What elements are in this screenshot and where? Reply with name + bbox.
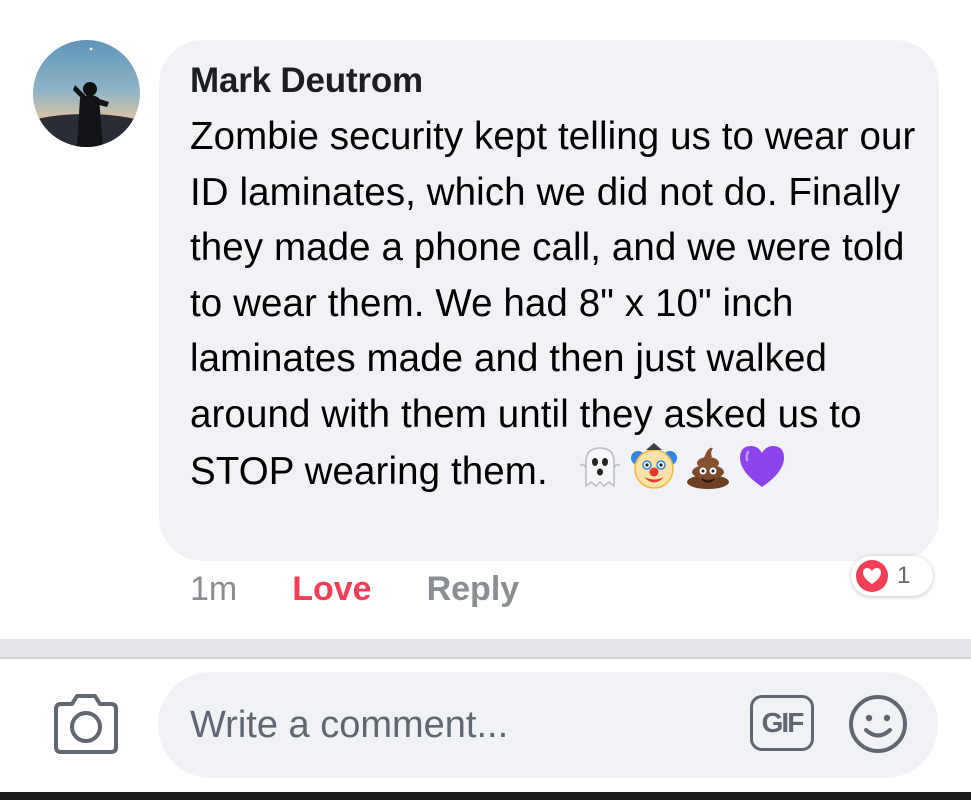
poop-emoji: [682, 442, 734, 490]
reaction-badge[interactable]: 1: [851, 556, 933, 596]
ghost-emoji: [574, 442, 626, 490]
comment-input[interactable]: [190, 697, 730, 753]
love-button[interactable]: Love: [292, 570, 371, 609]
comment-bubble: Mark Deutrom Zombie security kept tellin…: [159, 40, 939, 561]
comment-timestamp: 1m: [190, 569, 238, 608]
bottom-edge: [0, 792, 971, 800]
comment-composer: GIF: [158, 672, 938, 778]
clown-emoji: [628, 442, 680, 490]
comment-body: Zombie security kept telling us to wear …: [190, 109, 925, 500]
avatar-photo: [33, 47, 140, 147]
emoji-row: [572, 442, 788, 500]
purple-heart-emoji: [736, 442, 788, 490]
comment-actions: 1m Love Reply: [190, 566, 519, 612]
reply-button[interactable]: Reply: [427, 570, 520, 609]
avatar[interactable]: [33, 40, 140, 147]
camera-icon[interactable]: [50, 693, 122, 755]
section-divider: [0, 639, 971, 659]
comment-screen: Mark Deutrom Zombie security kept tellin…: [0, 0, 971, 800]
heart-reaction-icon: [855, 559, 889, 593]
gif-label: GIF: [761, 707, 805, 738]
reaction-count: 1: [897, 562, 911, 589]
comment-text: Zombie security kept telling us to wear …: [190, 115, 916, 493]
gif-button[interactable]: GIF: [750, 695, 814, 751]
comment-author[interactable]: Mark Deutrom: [190, 61, 423, 101]
smiley-icon[interactable]: [848, 694, 908, 754]
